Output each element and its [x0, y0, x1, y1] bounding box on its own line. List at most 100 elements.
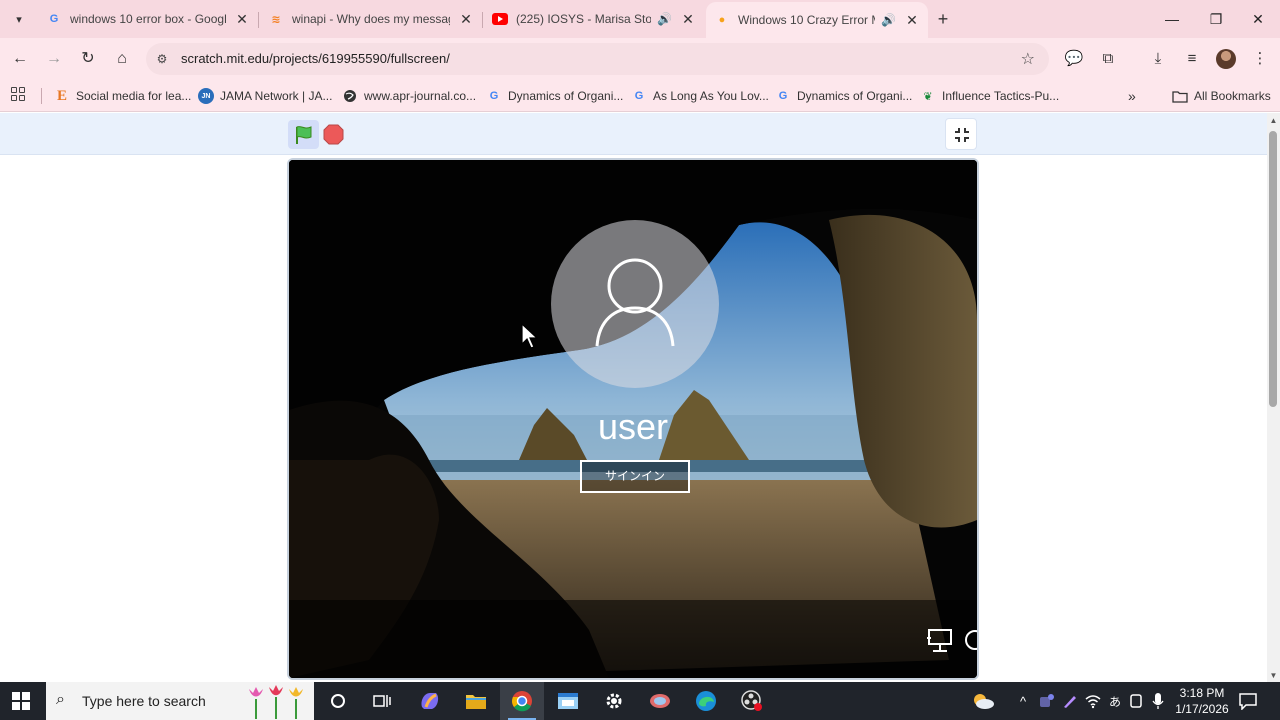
stop-button[interactable] [323, 124, 344, 145]
scratch-stage[interactable]: user サインイン [287, 158, 979, 680]
apps-grid-icon[interactable] [11, 87, 25, 101]
bookmark-item[interactable]: G Dynamics of Organi... [486, 86, 624, 106]
close-icon[interactable]: ✕ [234, 11, 250, 28]
power-icon[interactable] [965, 630, 977, 650]
windows-start-icon[interactable] [12, 692, 30, 710]
speaker-icon[interactable]: 🔊 [881, 13, 896, 27]
minimize-icon[interactable]: — [1150, 0, 1194, 38]
all-bookmarks-folder[interactable]: All Bookmarks [1172, 86, 1271, 106]
tab-separator [482, 12, 483, 28]
user-silhouette-icon [595, 258, 675, 347]
cortana-circle-icon[interactable] [316, 682, 360, 720]
microphone-icon[interactable] [1148, 682, 1168, 720]
page-scrollbar[interactable]: ▲ ▼ [1267, 113, 1280, 682]
taskbar-search-placeholder: Type here to search [82, 693, 206, 709]
sign-in-button[interactable]: サインイン [580, 460, 690, 493]
stackoverflow-icon: ≋ [271, 13, 281, 26]
elsevier-e-icon: E [56, 87, 67, 104]
scratch-icon: ● [718, 14, 726, 26]
bookmark-separator [41, 88, 42, 104]
media-control-icon[interactable]: ≡ [1180, 47, 1204, 71]
pen-icon[interactable] [1060, 682, 1080, 720]
tab-title: Windows 10 Crazy Error Ma [738, 13, 876, 27]
bookmark-label: www.apr-journal.co... [364, 89, 477, 103]
forward-arrow-icon[interactable]: → [42, 47, 66, 71]
home-icon[interactable]: ⌂ [110, 47, 134, 71]
windows-taskbar: ⌕ Type here to search ^ あ 3:18 PM 1/17/2… [0, 682, 1280, 720]
all-bookmarks-label: All Bookmarks [1194, 89, 1271, 103]
green-flag-icon [296, 126, 312, 144]
tab-youtube[interactable]: (225) IOSYS - Marisa Stole T 🔊 ✕ [484, 6, 704, 32]
file-explorer-icon[interactable] [454, 682, 498, 720]
notification-center-icon[interactable] [1238, 692, 1258, 710]
search-icon: ⌕ [56, 691, 65, 708]
task-view-icon[interactable] [360, 682, 404, 720]
tab-title: winapi - Why does my message [292, 12, 450, 26]
obs-record-icon[interactable] [730, 682, 774, 720]
close-icon[interactable]: ✕ [458, 11, 474, 28]
bookmark-item[interactable]: JN JAMA Network | JA... [198, 86, 332, 106]
green-flag-button[interactable] [288, 120, 319, 149]
address-bar[interactable]: ⚙ scratch.mit.edu/projects/619955590/ful… [146, 43, 1049, 75]
speaker-icon[interactable]: 🔊 [657, 12, 672, 26]
globe-icon [342, 88, 358, 104]
site-info-icon[interactable]: ⚙ [154, 51, 170, 67]
restore-icon[interactable]: ❐ [1194, 0, 1238, 38]
close-icon[interactable]: ✕ [904, 12, 920, 29]
download-icon[interactable]: ⤓ [1146, 47, 1170, 71]
clock-date: 1/17/2026 [1175, 702, 1229, 716]
bookmark-label: Influence Tactics-Pu... [942, 89, 1060, 103]
device-icon[interactable] [1126, 682, 1146, 720]
exit-fullscreen-button[interactable] [945, 118, 977, 150]
tab-strip: ▾ G windows 10 error box - Google ✕ ≋ wi… [0, 0, 1280, 38]
taskbar-clock[interactable]: 3:18 PM 1/17/2026 [1172, 685, 1232, 717]
more-bookmarks-chevron-icon[interactable]: » [1128, 86, 1136, 106]
weather-icon[interactable] [968, 682, 998, 720]
bookmark-label: Dynamics of Organi... [797, 89, 913, 103]
network-icon[interactable] [925, 628, 955, 654]
bookmark-item[interactable]: G Dynamics of Organi... [775, 86, 913, 106]
tab-scratch-active[interactable]: ● Windows 10 Crazy Error Ma 🔊 ✕ [706, 2, 928, 38]
bookmark-star-icon[interactable]: ☆ [1021, 49, 1035, 69]
window-close-icon[interactable]: ✕ [1236, 0, 1280, 38]
scroll-down-arrow-icon[interactable]: ▼ [1269, 671, 1278, 680]
back-arrow-icon[interactable]: ← [8, 47, 32, 71]
settings-gear-icon[interactable] [592, 682, 636, 720]
close-icon[interactable]: ✕ [680, 11, 696, 28]
bookmark-label: JAMA Network | JA... [220, 89, 333, 103]
youtube-icon [492, 11, 508, 27]
copilot-icon[interactable] [408, 682, 452, 720]
browser-toolbar: ← → ↻ ⌂ ⚙ scratch.mit.edu/projects/61995… [0, 38, 1280, 80]
snipping-tool-icon[interactable] [638, 682, 682, 720]
reload-icon[interactable]: ↻ [76, 47, 100, 71]
taskbar-search-box[interactable]: ⌕ Type here to search [46, 682, 314, 720]
tab-google-search[interactable]: G windows 10 error box - Google ✕ [38, 6, 258, 32]
tab-title: windows 10 error box - Google [70, 12, 226, 26]
profile-avatar[interactable] [1216, 49, 1236, 69]
bookmark-item[interactable]: E Social media for lea... [54, 86, 191, 106]
extensions-puzzle-icon[interactable]: ⧉ [1096, 47, 1120, 71]
scrollbar-thumb[interactable] [1269, 131, 1277, 407]
store-window-icon[interactable] [546, 682, 590, 720]
scroll-up-arrow-icon[interactable]: ▲ [1269, 116, 1278, 125]
menu-kebab-icon[interactable]: ⋮ [1248, 47, 1272, 71]
jama-icon: JN [198, 88, 214, 104]
teams-icon[interactable] [1036, 682, 1058, 720]
tab-stackoverflow[interactable]: ≋ winapi - Why does my message ✕ [260, 6, 482, 32]
chat-extension-icon[interactable]: 💬 [1062, 47, 1086, 71]
tulips-highlight-icon [249, 685, 303, 719]
google-icon: G [49, 13, 59, 25]
tab-search-chevron-icon[interactable]: ▾ [8, 8, 30, 30]
chrome-taskbar-icon[interactable] [500, 682, 544, 720]
bookmark-item[interactable]: www.apr-journal.co... [342, 86, 476, 106]
new-tab-plus-icon[interactable]: + [932, 8, 954, 30]
ime-language-icon[interactable]: あ [1104, 682, 1126, 720]
bookmark-label: Dynamics of Organi... [508, 89, 624, 103]
bookmark-item[interactable]: ❦ Influence Tactics-Pu... [920, 86, 1059, 106]
address-url[interactable]: scratch.mit.edu/projects/619955590/fulls… [181, 51, 450, 66]
bookmark-item[interactable]: G As Long As You Lov... [631, 86, 769, 106]
edge-icon[interactable] [684, 682, 728, 720]
tray-overflow-chevron-icon[interactable]: ^ [1014, 682, 1032, 720]
wifi-icon[interactable] [1082, 682, 1104, 720]
clock-time: 3:18 PM [1179, 686, 1225, 700]
